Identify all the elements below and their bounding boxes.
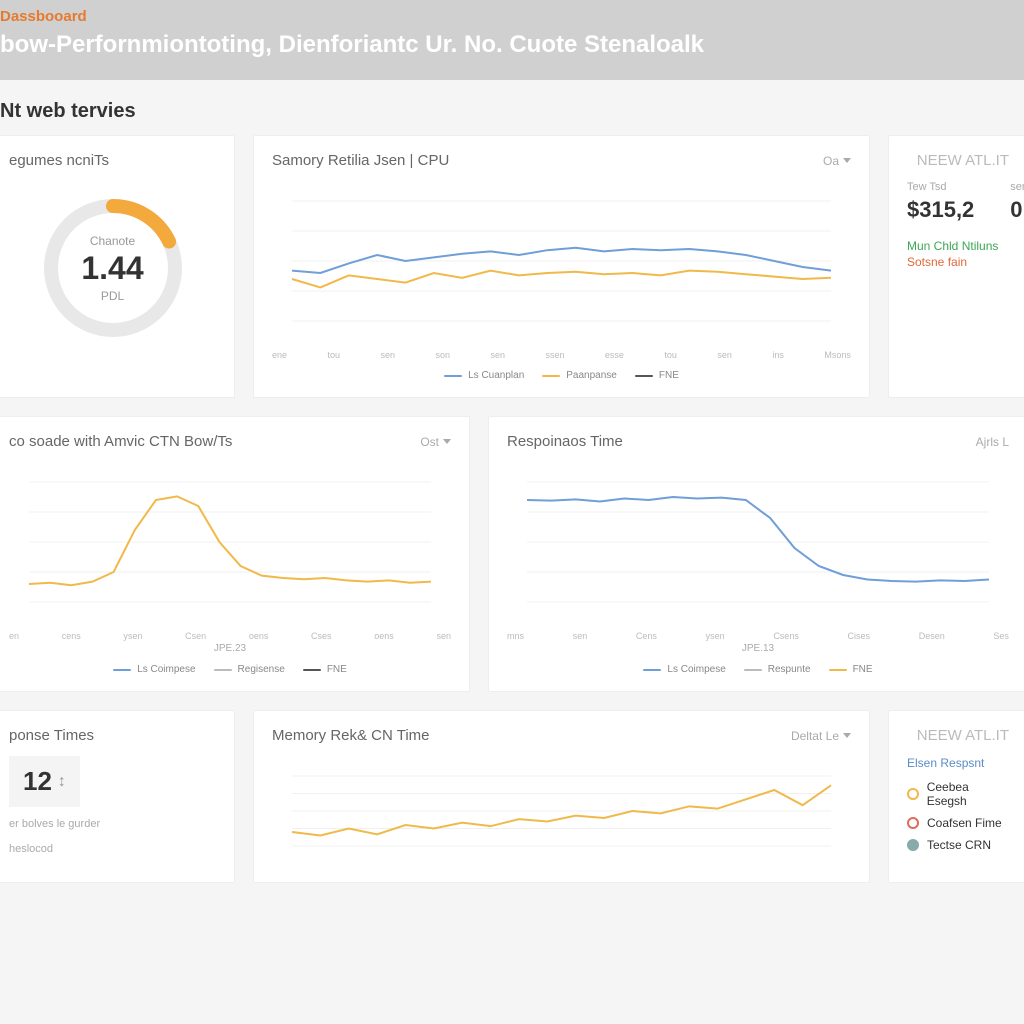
status-dot-icon (907, 817, 919, 829)
chevron-right-icon (843, 158, 851, 163)
resp-chart: mnssenCensysenCsensCisesDesenSes (507, 462, 1009, 641)
ctn-action[interactable]: Ost (420, 435, 451, 449)
alert-item[interactable]: Tectse CRN (907, 838, 1009, 852)
page-title: bow-Perfornmiontoting, Dienforiantc Ur. … (0, 31, 1012, 59)
ctn-legend: Ls CoimpeseRegisenseFNE (9, 664, 451, 675)
times-note: er bolves le gurder (9, 817, 216, 832)
status-err: Sotsne fain (907, 255, 1009, 269)
times-card: ponse Times 12↕ er bolves le gurder hesl… (0, 710, 235, 883)
resp-action[interactable]: Ajrls L (976, 435, 1009, 449)
chevron-right-icon (843, 733, 851, 738)
stats-card: NEEW ATL.IT Tew Tsd $315,2 sen 0, Mun Ch… (888, 135, 1024, 398)
ctn-caption: JPE.23 (9, 643, 451, 654)
alert-item[interactable]: Ceebea Esegsh (907, 780, 1009, 808)
gauge-label-bottom: PDL (101, 289, 124, 303)
gauge-card: egumes ncniTs Chanote 1.44 PDL (0, 135, 235, 398)
status-dot-icon (907, 788, 919, 800)
stat-label: Tew Tsd (907, 181, 974, 193)
breadcrumb[interactable]: Dassbooard (0, 8, 1012, 25)
resp-chart-card: Respoinaos Time Ajrls L mnssenCensysenCs… (488, 416, 1024, 692)
alerts-card: NEEW ATL.IT Elsen Respsnt Ceebea Esegsh … (888, 710, 1024, 883)
alerts-heading: Elsen Respsnt (907, 756, 1009, 770)
mem-chart (272, 756, 851, 866)
alerts-title: NEEW ATL.IT (917, 727, 1009, 744)
resp-title: Respoinaos Time (507, 433, 623, 450)
section-title: Nt web tervies (0, 80, 1024, 135)
stat-value: $315,2 (907, 197, 974, 223)
status-dot-icon (907, 839, 919, 851)
gauge-value: 1.44 (81, 250, 143, 287)
stat-value: 0, (1010, 197, 1024, 223)
status-ok: Mun Chld Ntiluns (907, 239, 1009, 253)
gauge-label-top: Chanote (90, 234, 135, 248)
ctn-chart: encensysenCsenoensCsesoenssen (9, 462, 451, 641)
mem-chart-card: Memory Rek& CN Time Deltat Le (253, 710, 870, 883)
resp-caption: JPE.13 (507, 643, 1009, 654)
chevron-right-icon (443, 439, 451, 444)
ctn-title: co soade with Amvic CTN Bow/Ts (9, 433, 232, 450)
mem-title: Memory Rek& CN Time (272, 727, 430, 744)
cpu-chart-card: Samory Retilia Jsen | CPU Oa enetousenso… (253, 135, 870, 398)
gauge-title: egumes ncniTs (9, 152, 109, 169)
stats-title: NEEW ATL.IT (917, 152, 1009, 169)
resp-legend: Ls CoimpeseRespunteFNE (507, 664, 1009, 675)
ctn-chart-card: co soade with Amvic CTN Bow/Ts Ost encen… (0, 416, 470, 692)
cpu-legend: Ls CuanplanPaanpanseFNE (272, 370, 851, 381)
alert-item[interactable]: Coafsen Fime (907, 816, 1009, 830)
gauge: Chanote 1.44 PDL (38, 193, 188, 343)
cpu-title: Samory Retilia Jsen | CPU (272, 152, 449, 169)
times-note2: heslocod (9, 842, 216, 857)
mem-action[interactable]: Deltat Le (791, 729, 851, 743)
stat-label: sen (1010, 181, 1024, 193)
cpu-action[interactable]: Oa (823, 154, 851, 168)
page-header: Dassbooard bow-Perfornmiontoting, Dienfo… (0, 0, 1024, 80)
cpu-chart: enetousensonsenssenessetouseninsMsons (272, 181, 851, 360)
times-title: ponse Times (9, 727, 94, 744)
sort-icon: ↕ (58, 773, 66, 791)
times-value: 12↕ (9, 756, 80, 807)
